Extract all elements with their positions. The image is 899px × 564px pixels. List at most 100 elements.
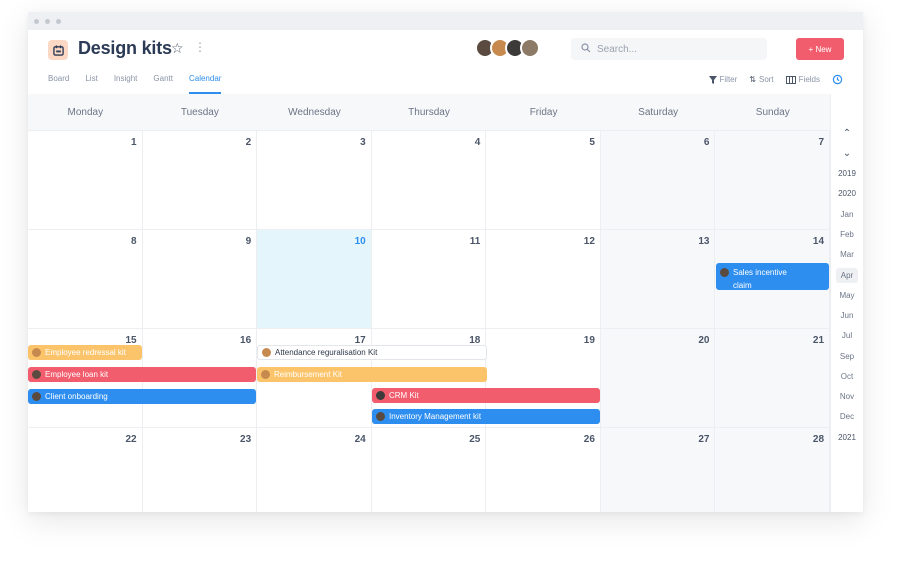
day-number: 7: [818, 137, 825, 148]
nav-year[interactable]: 2019: [836, 164, 858, 184]
event-employee-loan-kit[interactable]: Employee loan kit: [28, 367, 256, 382]
search-icon: [581, 40, 591, 58]
day-header: Wednesday: [288, 107, 341, 118]
event-employee-redressal-kit[interactable]: Employee redressal kit: [28, 345, 142, 360]
day-cell[interactable]: 2: [142, 131, 258, 230]
search-input[interactable]: [597, 43, 747, 55]
day-headers: Monday Tuesday Wednesday Thursday Friday…: [28, 94, 830, 131]
event-label: Attendance reguralisation Kit: [275, 348, 378, 357]
star-icon[interactable]: ☆: [171, 40, 184, 57]
nav-month[interactable]: Jan: [836, 205, 858, 225]
day-cell[interactable]: 25: [372, 428, 487, 512]
event-inventory-management-kit[interactable]: Inventory Management kit: [372, 409, 600, 424]
sort-label: Sort: [758, 75, 774, 84]
nav-month[interactable]: Oct: [836, 367, 858, 387]
fields-icon: [785, 75, 796, 84]
day-cell[interactable]: 12: [486, 230, 601, 329]
day-cell[interactable]: 27: [600, 428, 716, 512]
avatar: [720, 268, 729, 277]
tab-insight[interactable]: Insight: [114, 74, 138, 94]
day-cell[interactable]: 23: [143, 428, 258, 512]
day-cell[interactable]: 8: [28, 230, 143, 329]
event-reimbursement-kit[interactable]: Reimbursement Kit: [257, 367, 487, 382]
today-cell[interactable]: 10: [257, 230, 372, 329]
day-number: 4: [474, 137, 481, 148]
nav-month[interactable]: Sep: [836, 347, 858, 367]
day-number: 1: [131, 137, 137, 148]
day-number: 12: [583, 236, 595, 247]
filter-label: Filter: [719, 75, 738, 84]
view-tabs: Board List Insight Gantt Calendar: [48, 74, 237, 94]
day-cell[interactable]: 28: [715, 428, 831, 512]
day-number: 14: [812, 236, 825, 247]
nav-month[interactable]: Feb: [836, 225, 858, 245]
filter-button[interactable]: Filter: [708, 75, 738, 84]
avatar: [262, 348, 271, 357]
day-number: 3: [360, 137, 366, 148]
nav-month[interactable]: Jun: [836, 306, 858, 326]
page-header: Design kits ☆ ⋮ + New: [28, 30, 863, 74]
nav-month[interactable]: Dec: [836, 407, 858, 427]
tab-calendar[interactable]: Calendar: [188, 74, 222, 94]
day-cell[interactable]: 6: [600, 131, 716, 230]
day-cell[interactable]: 11: [371, 230, 487, 329]
event-label: CRM Kit: [389, 391, 419, 400]
event-crm-kit[interactable]: CRM Kit: [372, 388, 600, 403]
day-cell[interactable]: 20: [600, 329, 716, 428]
fields-button[interactable]: Fields: [785, 75, 820, 84]
event-sales-incentive-claim[interactable]: Sales incentive claim: [716, 263, 829, 290]
day-number: 8: [131, 236, 137, 247]
week-row: 1 2 3 4 5 6 7: [28, 131, 831, 230]
nav-month[interactable]: May: [836, 286, 858, 306]
search-box[interactable]: [571, 38, 767, 60]
page-title: Design kits: [78, 38, 172, 58]
tab-gantt[interactable]: Gantt: [153, 74, 173, 94]
nav-month[interactable]: Jul: [836, 326, 858, 346]
day-number: 16: [240, 335, 252, 346]
avatar: [32, 370, 41, 379]
day-cell[interactable]: 7: [715, 131, 831, 230]
day-cell[interactable]: 3: [257, 131, 372, 230]
nav-month[interactable]: Nov: [836, 387, 858, 407]
day-number: 22: [125, 434, 137, 445]
day-cell[interactable]: 9: [142, 230, 258, 329]
chevron-up-icon[interactable]: ⌃: [843, 124, 851, 144]
day-number: 23: [240, 434, 252, 445]
window-dot: [34, 18, 39, 24]
day-cell[interactable]: 4: [371, 131, 487, 230]
day-cell[interactable]: 22: [28, 428, 143, 512]
new-button[interactable]: + New: [796, 38, 844, 60]
avatar[interactable]: [520, 38, 540, 58]
member-avatars[interactable]: [475, 38, 540, 58]
day-cell[interactable]: 5: [486, 131, 601, 230]
day-cell[interactable]: 24: [257, 428, 372, 512]
calendar-icon: [48, 40, 68, 60]
event-attendance-regularisation-kit[interactable]: Attendance reguralisation Kit: [257, 345, 487, 360]
more-options-icon[interactable]: ⋮: [194, 40, 206, 54]
tab-board[interactable]: Board: [48, 74, 69, 94]
nav-month[interactable]: Mar: [836, 245, 858, 265]
day-cell[interactable]: 26: [486, 428, 601, 512]
avatar: [376, 391, 385, 400]
history-icon[interactable]: [832, 74, 843, 85]
week-row: 22 23 24 25 26 27 28: [28, 428, 831, 512]
window-dot: [56, 18, 61, 24]
day-number: 11: [469, 236, 481, 247]
event-label: Employee redressal kit: [45, 348, 126, 357]
event-label: Reimbursement Kit: [274, 370, 343, 379]
day-number: 26: [583, 434, 595, 445]
nav-year[interactable]: 2021: [836, 428, 858, 448]
nav-year[interactable]: 2020: [836, 184, 858, 204]
day-cell[interactable]: 21: [715, 329, 831, 428]
day-number: 5: [589, 137, 595, 148]
chevron-down-icon[interactable]: ⌄: [843, 144, 851, 164]
day-cell[interactable]: 13: [600, 230, 716, 329]
event-client-onboarding[interactable]: Client onboarding: [28, 389, 256, 404]
tab-list[interactable]: List: [85, 74, 97, 94]
day-cell[interactable]: 1: [28, 131, 143, 230]
nav-month-selected[interactable]: Apr: [836, 268, 858, 284]
sort-button[interactable]: ⇅ Sort: [749, 75, 773, 84]
day-number: 9: [245, 236, 252, 247]
toolbar: Filter ⇅ Sort Fields: [708, 74, 844, 85]
sort-icon: ⇅: [749, 75, 756, 84]
